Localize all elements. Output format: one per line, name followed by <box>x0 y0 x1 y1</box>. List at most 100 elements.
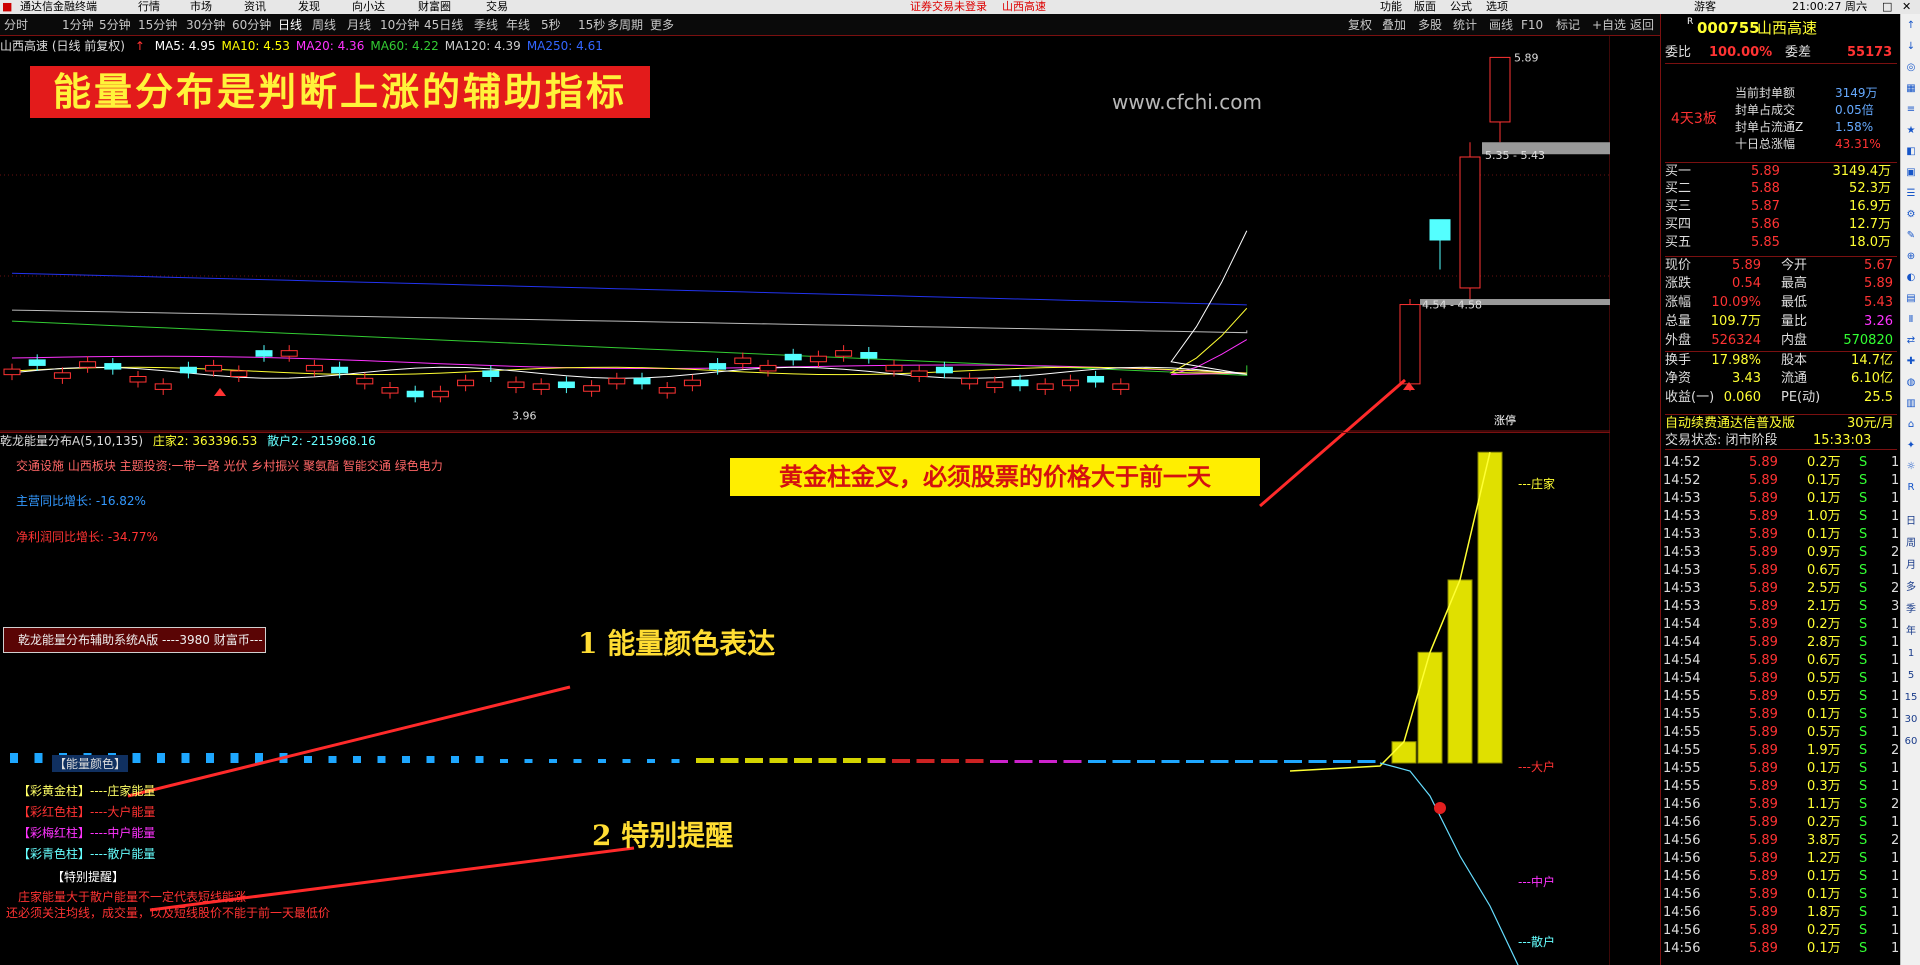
side-tool-icon[interactable]: ✚ <box>1903 354 1919 370</box>
tool-button-7[interactable]: +自选 <box>1592 14 1626 35</box>
seal-stat-value: 3149万 <box>1835 86 1878 100</box>
tool-button-3[interactable]: 统计 <box>1453 14 1477 35</box>
side-tool-icon[interactable]: R <box>1903 480 1919 496</box>
chart-area[interactable]: 5.805.605.405.205.004.804.604.404.204.00… <box>0 36 1610 965</box>
tool-button-1[interactable]: 叠加 <box>1382 14 1406 35</box>
side-period-4[interactable]: 季 <box>1903 602 1919 618</box>
stock-name[interactable]: 山西高速 <box>1757 18 1817 38</box>
bid-row[interactable]: 买三 5.87 16.9万 <box>1665 198 1897 216</box>
maximize-icon[interactable]: □ <box>1882 0 1892 14</box>
candle-body <box>935 366 953 374</box>
side-tool-icon[interactable]: ▣ <box>1903 165 1919 181</box>
side-tool-icon[interactable]: ▥ <box>1903 396 1919 412</box>
period-tab-14[interactable]: 15秒 <box>578 14 605 35</box>
side-tool-icon[interactable]: ★ <box>1903 123 1919 139</box>
quote-value: 6.10亿 <box>1851 371 1893 386</box>
side-period-6[interactable]: 1 <box>1903 646 1919 662</box>
side-tool-icon[interactable]: Ⅱ <box>1903 312 1919 328</box>
close-icon[interactable]: ✕ <box>1902 0 1911 14</box>
side-tool-icon[interactable]: ⊕ <box>1903 249 1919 265</box>
tool-button-0[interactable]: 复权 <box>1348 14 1372 35</box>
side-tool-icon[interactable]: ↑ <box>1903 18 1919 34</box>
promo-text[interactable]: 自动续费通达信普及版 <box>1665 415 1795 433</box>
tick-count: 1 <box>1891 671 1900 686</box>
menu-options[interactable]: 选项 <box>1486 0 1508 14</box>
bid-row[interactable]: 买二 5.88 52.3万 <box>1665 180 1897 198</box>
minimize-icon[interactable]: – <box>1862 0 1868 14</box>
period-tab-16[interactable]: 更多 <box>650 14 674 35</box>
period-tab-3[interactable]: 15分钟 <box>138 14 177 35</box>
tick-row: 14:53 5.89 1.0万 S 1 <box>1663 508 1899 526</box>
candle-body <box>683 379 701 387</box>
menu-market[interactable]: 市场 <box>190 0 212 14</box>
period-tab-10[interactable]: 45日线 <box>424 14 463 35</box>
period-tab-2[interactable]: 5分钟 <box>99 14 131 35</box>
period-tab-8[interactable]: 月线 <box>347 14 371 35</box>
side-tool-icon[interactable]: ↓ <box>1903 39 1919 55</box>
bid-row[interactable]: 买一 5.89 3149.4万 <box>1665 162 1897 180</box>
side-period-2[interactable]: 月 <box>1903 558 1919 574</box>
period-tab-6[interactable]: 日线 <box>278 14 302 35</box>
side-tool-icon[interactable]: ☰ <box>1903 186 1919 202</box>
side-tool-icon[interactable]: ◧ <box>1903 144 1919 160</box>
menu-layout[interactable]: 版面 <box>1414 0 1436 14</box>
period-tab-1[interactable]: 1分钟 <box>62 14 94 35</box>
side-period-10[interactable]: 60 <box>1903 734 1919 750</box>
period-tab-15[interactable]: 多周期 <box>607 14 643 35</box>
seal-stat-label: 封单占流通Z <box>1735 120 1804 134</box>
period-tab-11[interactable]: 季线 <box>474 14 498 35</box>
promo-price[interactable]: 30元/月 <box>1847 415 1894 433</box>
side-tool-icon[interactable]: ▤ <box>1903 291 1919 307</box>
login-notice[interactable]: 证券交易未登录 <box>910 0 987 14</box>
side-period-7[interactable]: 5 <box>1903 668 1919 684</box>
tick-count: 1 <box>1891 887 1900 902</box>
side-period-5[interactable]: 年 <box>1903 624 1919 640</box>
menu-function[interactable]: 功能 <box>1380 0 1402 14</box>
side-period-9[interactable]: 30 <box>1903 712 1919 728</box>
side-tool-icon[interactable]: ⇄ <box>1903 333 1919 349</box>
side-tool-icon[interactable]: ≡ <box>1903 102 1919 118</box>
side-tool-icon[interactable]: ⌂ <box>1903 417 1919 433</box>
menu-news[interactable]: 资讯 <box>244 0 266 14</box>
tool-button-5[interactable]: F10 <box>1521 14 1543 35</box>
user-label[interactable]: 游客 <box>1694 0 1716 14</box>
side-tool-icon[interactable]: ⚙ <box>1903 207 1919 223</box>
period-tab-13[interactable]: 5秒 <box>541 14 561 35</box>
tool-button-4[interactable]: 画线 <box>1489 14 1513 35</box>
side-tool-icon[interactable]: ✎ <box>1903 228 1919 244</box>
period-tab-4[interactable]: 30分钟 <box>186 14 225 35</box>
tick-price: 5.89 <box>1749 473 1778 488</box>
tick-time: 14:56 <box>1663 941 1701 956</box>
energy-bar <box>328 756 337 763</box>
menu-trade[interactable]: 交易 <box>486 0 508 14</box>
period-tab-0[interactable]: 分时 <box>4 14 28 35</box>
energy-bar <box>157 753 165 763</box>
period-tab-9[interactable]: 10分钟 <box>380 14 419 35</box>
menu-formula[interactable]: 公式 <box>1450 0 1472 14</box>
menu-market-quotes[interactable]: 行情 <box>138 0 160 14</box>
side-tool-icon[interactable]: ✦ <box>1903 438 1919 454</box>
side-period-1[interactable]: 周 <box>1903 536 1919 552</box>
candle-body <box>431 390 449 398</box>
period-tab-7[interactable]: 周线 <box>312 14 336 35</box>
side-period-0[interactable]: 日 <box>1903 514 1919 530</box>
tool-button-2[interactable]: 多股 <box>1418 14 1442 35</box>
tool-button-6[interactable]: 标记 <box>1556 14 1580 35</box>
menu-wealth[interactable]: 财富圈 <box>418 0 451 14</box>
side-tool-icon[interactable]: ◐ <box>1903 270 1919 286</box>
bid-row[interactable]: 买五 5.85 18.0万 <box>1665 234 1897 252</box>
tool-button-8[interactable]: 返回 <box>1630 14 1654 35</box>
tick-count: 1 <box>1891 761 1900 776</box>
period-tab-12[interactable]: 年线 <box>506 14 530 35</box>
side-period-3[interactable]: 多 <box>1903 580 1919 596</box>
side-period-8[interactable]: 15 <box>1903 690 1919 706</box>
side-tool-icon[interactable]: ☼ <box>1903 459 1919 475</box>
legend-item-2: 【彩梅红柱】----中户能量 <box>18 826 156 840</box>
side-tool-icon[interactable]: ◎ <box>1903 60 1919 76</box>
side-tool-icon[interactable]: ▦ <box>1903 81 1919 97</box>
menu-assistant[interactable]: 向小达 <box>352 0 385 14</box>
period-tab-5[interactable]: 60分钟 <box>232 14 271 35</box>
bid-row[interactable]: 买四 5.86 12.7万 <box>1665 216 1897 234</box>
menu-discover[interactable]: 发现 <box>298 0 320 14</box>
side-tool-icon[interactable]: ◍ <box>1903 375 1919 391</box>
